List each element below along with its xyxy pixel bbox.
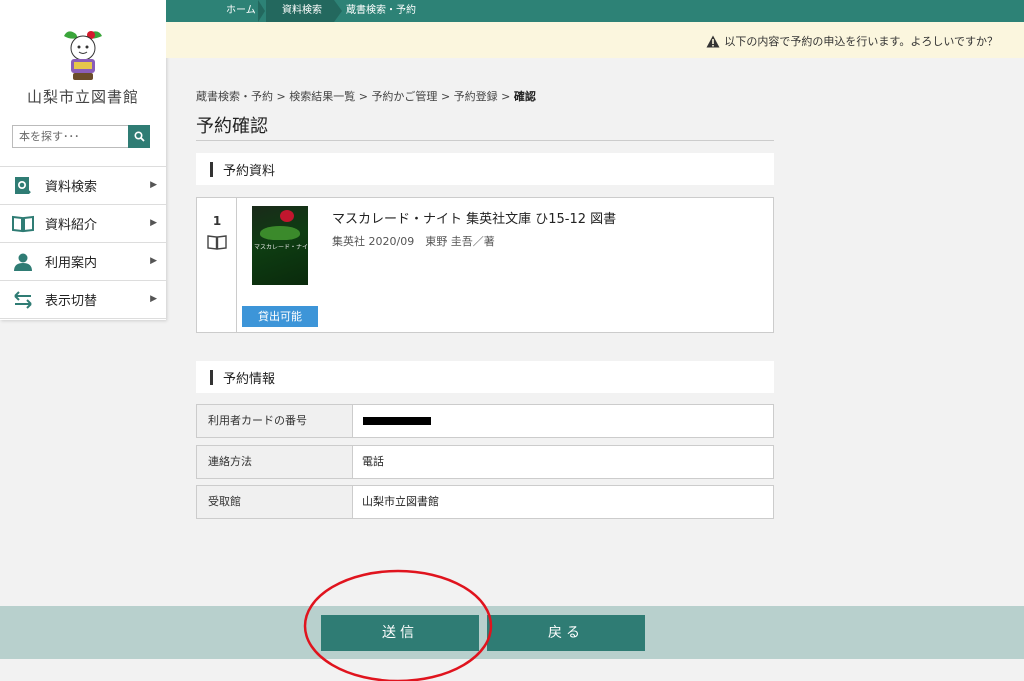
- switch-arrows-icon: [12, 289, 34, 311]
- chevron-right-icon: ▶: [150, 256, 157, 266]
- search-input[interactable]: [12, 125, 128, 148]
- info-value: 電話: [362, 455, 384, 468]
- notice-message: 以下の内容で予約の申込を行います。よろしいですか？: [724, 35, 998, 48]
- breadcrumb-link[interactable]: 検索結果一覧: [289, 90, 355, 103]
- breadcrumb-separator: >: [501, 90, 511, 103]
- heading-bar: [210, 369, 213, 385]
- chevron-right-icon: ▶: [150, 294, 157, 304]
- heading-bar: [210, 161, 213, 177]
- info-label: 利用者カードの番号: [197, 405, 353, 437]
- info-heading-text: 予約情報: [223, 371, 276, 387]
- top-crumb-collection-search[interactable]: 蔵書検索・予約: [346, 0, 416, 22]
- crumb-separator: [334, 0, 342, 22]
- book-cover-image[interactable]: マスカレード・ナイト: [252, 206, 308, 285]
- book-icon: [207, 235, 227, 250]
- materials-section-heading: 予約資料: [196, 153, 774, 185]
- top-crumb-home[interactable]: ホーム: [226, 0, 256, 22]
- sidebar-item-display-toggle[interactable]: 表示切替 ▶: [0, 281, 166, 319]
- breadcrumb-separator: >: [276, 90, 286, 103]
- library-mascot-logo[interactable]: [58, 26, 108, 82]
- search-icon: [133, 131, 145, 142]
- reserved-item-card: 1 マスカレード・ナイト 貸出可能 マスカレード・ナイト 集英社文庫 ひ15-1…: [196, 197, 774, 333]
- sidebar-item-search[interactable]: 資料検索 ▶: [0, 167, 166, 205]
- availability-badge: 貸出可能: [242, 306, 318, 327]
- sidebar-item-guide[interactable]: 利用案内 ▶: [0, 243, 166, 281]
- search-box: [12, 125, 150, 148]
- info-label: 受取館: [197, 486, 353, 518]
- breadcrumb-separator: >: [358, 90, 368, 103]
- notice-text-wrapper: 以下の内容で予約の申込を行います。よろしいですか？: [706, 33, 998, 49]
- info-row-contact-method: 連絡方法 電話: [196, 445, 774, 479]
- item-meta: 集英社 2020/09 東野 圭吾／著: [332, 235, 495, 248]
- info-row-card-number: 利用者カードの番号: [196, 404, 774, 438]
- library-name: 山梨市立図書館: [26, 88, 139, 106]
- cover-title: マスカレード・ナイト: [254, 244, 308, 251]
- info-label: 連絡方法: [197, 446, 353, 478]
- breadcrumb-link[interactable]: 予約登録: [454, 90, 498, 103]
- item-title[interactable]: マスカレード・ナイト 集英社文庫 ひ15-12 図書: [332, 208, 616, 227]
- breadcrumb-link[interactable]: 蔵書検索・予約: [196, 90, 273, 103]
- top-crumb-search[interactable]: 資料検索: [266, 0, 334, 22]
- chevron-right-icon: ▶: [150, 218, 157, 228]
- crumb-separator: [258, 0, 265, 22]
- materials-heading-text: 予約資料: [223, 163, 276, 179]
- footer-bottom-strip: [0, 659, 1024, 681]
- cover-mask: [260, 226, 300, 240]
- user-icon: [12, 251, 34, 273]
- title-divider: [196, 140, 774, 141]
- breadcrumb-current: 確認: [513, 90, 536, 103]
- item-number-column: 1: [197, 198, 237, 332]
- sidebar-item-label: 資料検索: [45, 180, 98, 195]
- page-title: 予約確認: [196, 116, 268, 137]
- back-button[interactable]: 戻る: [487, 615, 645, 651]
- warning-icon: [706, 35, 720, 47]
- sidebar-item-introduction[interactable]: 資料紹介 ▶: [0, 205, 166, 243]
- breadcrumb-separator: >: [440, 90, 451, 103]
- sidebar-item-label: 利用案内: [45, 256, 98, 271]
- search-button[interactable]: [128, 125, 150, 148]
- submit-button[interactable]: 送信: [321, 615, 479, 651]
- info-value: 山梨市立図書館: [362, 495, 439, 508]
- confirmation-notice: 以下の内容で予約の申込を行います。よろしいですか？: [166, 22, 1024, 58]
- info-row-pickup-library: 受取館 山梨市立図書館: [196, 485, 774, 519]
- top-breadcrumb-bar: ホーム 資料検索 蔵書検索・予約: [166, 0, 1024, 22]
- cover-rose: [280, 210, 294, 222]
- sidebar: 山梨市立図書館 資料検索 ▶: [0, 0, 166, 320]
- search-document-icon: [12, 175, 34, 197]
- chevron-right-icon: ▶: [150, 180, 157, 190]
- open-book-icon: [12, 213, 34, 235]
- item-number: 1: [212, 214, 222, 228]
- sidebar-nav: 資料検索 ▶ 資料紹介 ▶ 利用案内 ▶ 表示切替 ▶: [0, 166, 166, 319]
- sidebar-item-label: 資料紹介: [45, 218, 98, 233]
- info-section-heading: 予約情報: [196, 361, 774, 393]
- breadcrumb: 蔵書検索・予約 > 検索結果一覧 > 予約かご管理 > 予約登録 > 確認: [196, 88, 536, 104]
- sidebar-item-label: 表示切替: [45, 294, 98, 309]
- breadcrumb-link[interactable]: 予約かご管理: [371, 90, 437, 103]
- redacted-card-number: [363, 417, 431, 425]
